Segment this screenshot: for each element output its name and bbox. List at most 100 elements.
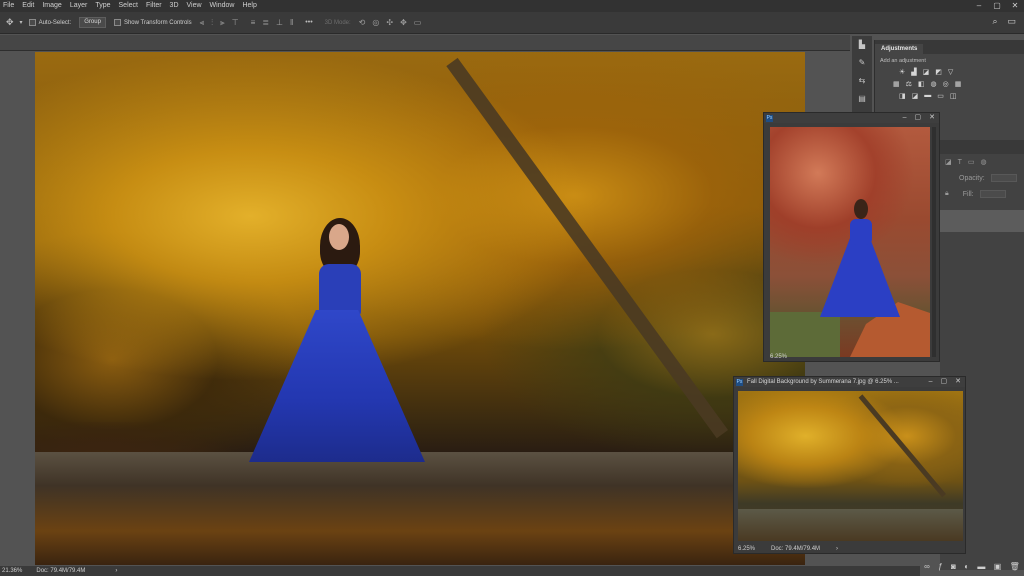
menu-select[interactable]: Select <box>116 0 143 12</box>
color-lookup-icon[interactable]: ▦ <box>955 80 962 88</box>
document-2-image[interactable] <box>738 391 963 541</box>
workspace-icon[interactable]: ▭ <box>1007 16 1016 27</box>
selective-color-icon[interactable]: ◫ <box>950 92 957 100</box>
document-window-1-controls: – ▢ ✕ <box>903 113 935 123</box>
opacity-field[interactable] <box>990 174 1017 182</box>
menu-3d[interactable]: 3D <box>167 0 184 12</box>
photo-filter-icon[interactable]: ◍ <box>931 80 937 88</box>
doc2-minimize-button[interactable]: – <box>929 377 933 387</box>
distribute-middle-icon[interactable]: ≣ <box>262 18 269 27</box>
app-window-controls: – ▢ ✕ <box>970 0 1024 12</box>
doc1-minimize-button[interactable]: – <box>903 113 907 123</box>
distribute-left-icon[interactable]: ‖ <box>290 18 293 27</box>
gradient-map-icon[interactable]: ▭ <box>937 92 944 100</box>
document-2-zoom[interactable]: 6.25% <box>738 546 755 552</box>
hue-saturation-icon[interactable]: ▦ <box>893 80 900 88</box>
distribute-bottom-icon[interactable]: ⊥ <box>276 18 283 27</box>
creek-water <box>35 452 805 565</box>
menu-filter[interactable]: Filter <box>143 0 167 12</box>
maximize-button[interactable]: ▢ <box>988 0 1006 12</box>
search-icon[interactable]: ⌕ <box>992 16 997 27</box>
shape-filter-icon[interactable]: ▭ <box>968 158 975 166</box>
3d-drag-icon[interactable]: ✣ <box>386 18 393 27</box>
fill-row: 🔒︎ Fill: <box>940 186 1024 202</box>
document-window-1-titlebar[interactable]: Ps – ▢ ✕ <box>764 113 939 123</box>
threshold-icon[interactable]: ▬ <box>924 92 931 100</box>
menu-type[interactable]: Type <box>92 0 115 12</box>
3d-slide-icon[interactable]: ✥ <box>400 18 407 27</box>
selected-layer-row[interactable] <box>940 210 1024 232</box>
align-left-icon[interactable]: ⫷ <box>200 18 205 28</box>
3d-rotate-icon[interactable]: ⟲ <box>359 18 366 27</box>
floating-document-window-2[interactable]: Ps Fall Digital Background by Summerana … <box>733 376 966 554</box>
align-right-icon[interactable]: ⫸ <box>220 18 225 28</box>
menu-edit[interactable]: Edit <box>19 0 39 12</box>
link-layers-icon[interactable]: ∞ <box>924 562 930 571</box>
adjustment-layer-icon[interactable]: ◐ <box>964 562 969 571</box>
close-button[interactable]: ✕ <box>1006 0 1024 12</box>
brightness-contrast-icon[interactable]: ☀ <box>899 68 905 76</box>
doc2-maximize-button[interactable]: ▢ <box>941 377 948 387</box>
smart-filter-icon[interactable]: ◍ <box>981 158 987 166</box>
channel-mixer-icon[interactable]: ◎ <box>943 80 949 88</box>
document-window-2-titlebar[interactable]: Ps Fall Digital Background by Summerana … <box>734 377 965 387</box>
main-status-arrow-icon[interactable]: › <box>115 568 117 574</box>
delete-layer-icon[interactable]: 🗑︎ <box>1010 562 1020 571</box>
menu-layer[interactable]: Layer <box>67 0 93 12</box>
status-arrow-icon[interactable]: › <box>836 546 838 552</box>
doc1-maximize-button[interactable]: ▢ <box>915 113 922 123</box>
3d-mode-buttons: ⟲ ◎ ✣ ✥ ▭ <box>359 18 422 27</box>
levels-icon[interactable]: ▟ <box>911 68 916 76</box>
menu-file[interactable]: File <box>0 0 19 12</box>
new-group-icon[interactable]: ▬ <box>977 562 985 571</box>
document-1-scrollbar[interactable] <box>932 127 936 357</box>
opacity-label: Opacity: <box>959 174 985 182</box>
distribute-top-icon[interactable]: ≡ <box>251 18 256 27</box>
menu-image[interactable]: Image <box>39 0 66 12</box>
more-options-button[interactable]: ••• <box>305 19 312 26</box>
posterize-icon[interactable]: ◪ <box>912 92 919 100</box>
align-center-icon[interactable]: ⫶ <box>211 18 213 28</box>
menu-window[interactable]: Window <box>207 0 240 12</box>
adjustments-row-2: ▦ ⚖ ◧ ◍ ◎ ▦ <box>875 78 1024 90</box>
properties-icon[interactable]: ⇆ <box>859 76 866 85</box>
menu-help[interactable]: Help <box>239 0 261 12</box>
align-top-icon[interactable]: ⊤ <box>232 18 239 28</box>
main-document-canvas[interactable] <box>35 52 805 565</box>
options-bar: ✥ ▾ Auto-Select: Group Show Transform Co… <box>0 12 1024 34</box>
lock-icon[interactable]: 🔒︎ <box>945 190 949 198</box>
doc2-close-button[interactable]: ✕ <box>955 377 961 387</box>
exposure-icon[interactable]: ◩ <box>935 68 942 76</box>
menu-view[interactable]: View <box>184 0 207 12</box>
auto-select-checkbox[interactable] <box>28 19 36 26</box>
fill-field[interactable] <box>979 190 1006 198</box>
transform-controls-checkbox[interactable] <box>113 19 121 26</box>
floating-document-window-1[interactable]: Ps – ▢ ✕ 6.25% <box>763 112 940 362</box>
doc1-close-button[interactable]: ✕ <box>929 113 935 123</box>
3d-roll-icon[interactable]: ◎ <box>372 18 379 27</box>
3d-scale-icon[interactable]: ▭ <box>414 18 422 27</box>
main-zoom-level[interactable]: 21.36% <box>2 568 22 574</box>
histogram-icon[interactable]: ▙ <box>859 40 865 49</box>
adjustments-tabs: Adjustments <box>875 40 1024 54</box>
brush-settings-icon[interactable]: ✎ <box>859 58 866 67</box>
auto-select-dropdown[interactable]: Group <box>79 17 106 28</box>
tab-adjustments[interactable]: Adjustments <box>875 44 924 54</box>
document-1-image[interactable] <box>770 127 930 357</box>
document-1-zoom[interactable]: 6.25% <box>770 354 787 360</box>
layer-style-icon[interactable]: ƒ <box>938 562 942 571</box>
black-white-icon[interactable]: ◧ <box>918 80 925 88</box>
color-balance-icon[interactable]: ⚖ <box>906 80 912 88</box>
pixel-filter-icon[interactable]: ◪ <box>945 158 952 166</box>
new-layer-icon[interactable]: ▣ <box>994 562 1002 571</box>
invert-icon[interactable]: ◨ <box>899 92 906 100</box>
type-filter-icon[interactable]: T <box>958 159 962 166</box>
chevron-down-icon[interactable]: ▾ <box>20 19 23 26</box>
options-right-icons: ⌕ ▭ <box>992 16 1016 27</box>
vibrance-icon[interactable]: ▽ <box>948 68 953 76</box>
move-tool-icon[interactable]: ✥ <box>6 17 14 28</box>
curves-icon[interactable]: ◪ <box>923 68 930 76</box>
character-icon[interactable]: ▤ <box>858 94 866 103</box>
minimize-button[interactable]: – <box>970 0 988 12</box>
add-mask-icon[interactable]: ◙ <box>951 562 956 571</box>
